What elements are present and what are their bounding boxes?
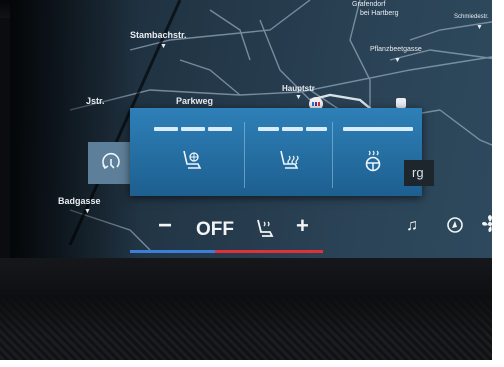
map-label-jstr: Jstr. xyxy=(86,96,105,106)
music-note-icon[interactable]: ♫ xyxy=(406,217,418,235)
seat-ventilation-icon xyxy=(183,150,202,169)
temperature-bar-cold xyxy=(130,250,215,253)
navigation-compass-icon[interactable] xyxy=(446,216,464,234)
partial-map-tile: rg xyxy=(404,160,434,186)
seat-ventilation-level xyxy=(154,127,234,131)
air-recirculation-icon xyxy=(102,152,120,170)
seat-heating-icon xyxy=(280,150,299,169)
seat-heating-button[interactable] xyxy=(245,108,332,196)
temperature-increase-button[interactable]: + xyxy=(296,213,309,239)
photo-border-bottom xyxy=(0,360,504,367)
seat-climate-popup xyxy=(130,108,422,196)
map-label-badgasse: Badgasse xyxy=(58,196,101,206)
steering-wheel-heating-icon xyxy=(365,150,381,172)
photo-border-right xyxy=(492,0,504,367)
map-label-pflanzbeetgasse: Pflanzbeetgasse xyxy=(370,46,422,53)
seat-climate-icon[interactable] xyxy=(254,218,274,240)
map-label-hauptstr: Hauptstr xyxy=(282,84,315,93)
seat-heating-level xyxy=(258,127,330,131)
screen-vignette xyxy=(10,0,140,260)
trim-shadow xyxy=(0,295,504,335)
temperature-decrease-button[interactable]: − xyxy=(158,212,172,240)
map-label-grafendorf: Grafendorf xyxy=(352,1,386,8)
map-pin-icon: ▼ xyxy=(295,94,302,101)
temperature-value[interactable]: OFF xyxy=(196,219,234,241)
map-label-bei-hartberg: bei Hartberg xyxy=(360,10,399,17)
partial-label: rg xyxy=(412,165,424,180)
poi-marker-icon xyxy=(396,98,406,108)
map-pin-icon: ▼ xyxy=(160,43,167,50)
map-label-schmiedestr: Schmiedestr. xyxy=(454,14,489,20)
car-display-photo: Grafendorf bei Hartberg Schmiedestr. ▼ S… xyxy=(0,0,504,367)
temperature-bar-warm xyxy=(215,250,323,253)
map-label-parkweg: Parkweg xyxy=(176,96,214,106)
map-pin-icon: ▼ xyxy=(476,24,483,31)
map-pin-icon: ▼ xyxy=(394,57,401,64)
steering-wheel-heating-level xyxy=(343,127,413,131)
map-pin-icon: ▼ xyxy=(84,208,91,215)
map-label-stambachstr: Stambachstr. xyxy=(130,30,187,40)
seat-ventilation-button[interactable] xyxy=(130,108,242,196)
